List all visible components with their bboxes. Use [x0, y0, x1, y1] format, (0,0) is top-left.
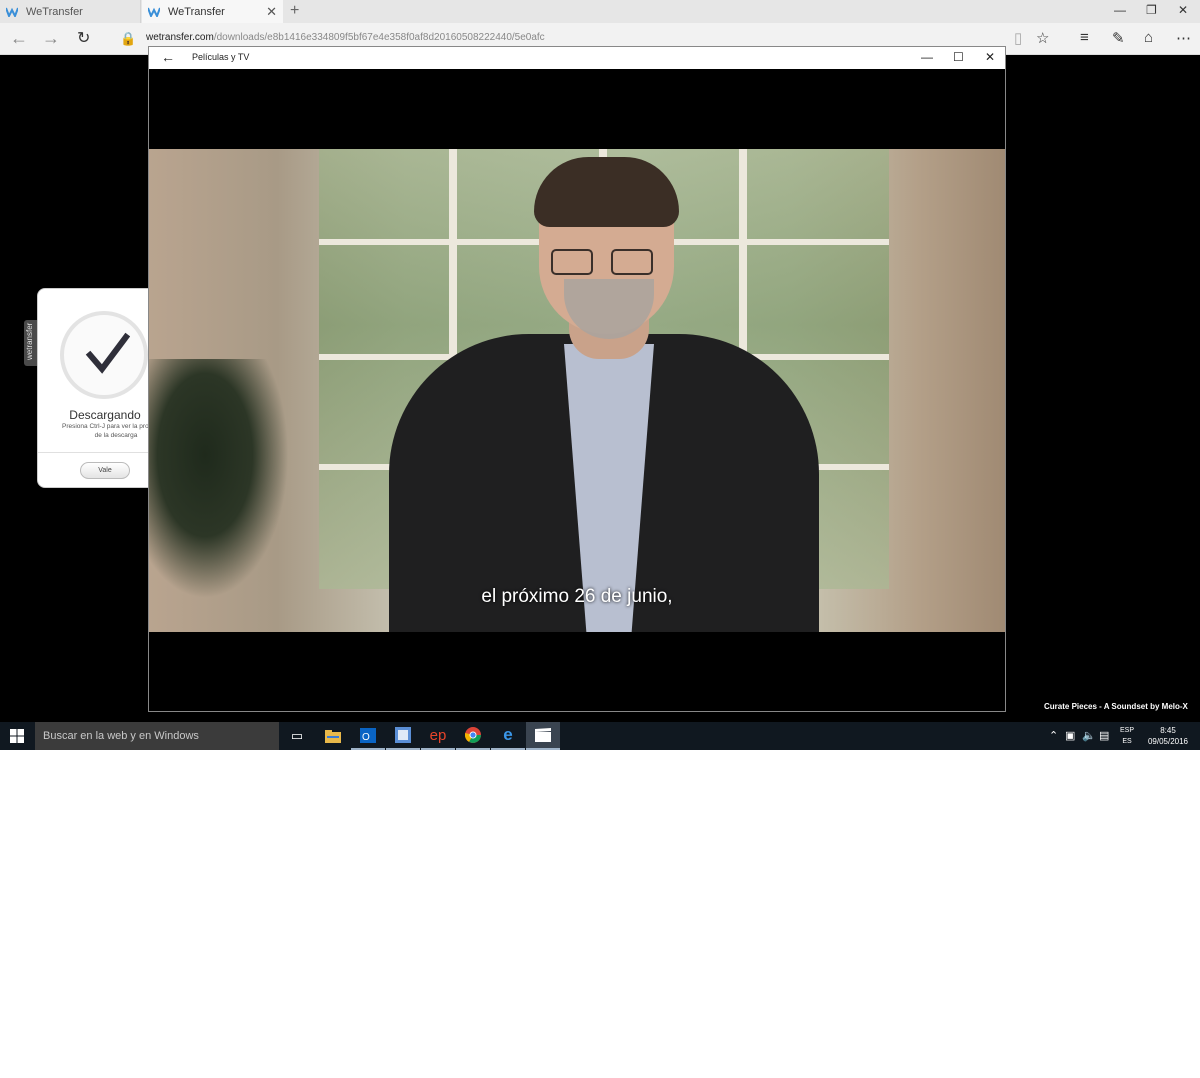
- hub-icon[interactable]: ≡: [1080, 29, 1089, 46]
- wetransfer-side-tab[interactable]: wetransfer: [24, 320, 38, 366]
- glasses-lens: [551, 249, 593, 275]
- download-complete-circle: [60, 311, 148, 399]
- edge-icon[interactable]: e: [491, 722, 525, 750]
- url-path: /downloads/e8b1416e334809f5bf67e4e358f0a…: [213, 32, 545, 43]
- chrome-icon[interactable]: [456, 722, 490, 750]
- tab-label: WeTransfer: [26, 5, 83, 18]
- tab-label: WeTransfer: [168, 5, 225, 18]
- movies-tv-window: ← Películas y TV — ☐ ✕ el próximo 26 de …: [148, 46, 1006, 712]
- show-hidden-icons-icon[interactable]: ⌃: [1049, 729, 1058, 742]
- close-tab-icon[interactable]: ✕: [266, 4, 277, 20]
- url-host: wetransfer.com: [146, 32, 214, 43]
- language-indicator[interactable]: ESP ES: [1120, 725, 1134, 747]
- new-tab-button[interactable]: +: [290, 2, 299, 20]
- video-frame[interactable]: el próximo 26 de junio,: [149, 149, 1005, 632]
- clock-date: 09/05/2016: [1147, 737, 1189, 746]
- network-icon[interactable]: ▣: [1065, 729, 1075, 742]
- window-title: Películas y TV: [192, 52, 250, 62]
- back-arrow-icon[interactable]: ←: [161, 49, 175, 65]
- favorite-star-icon[interactable]: ☆: [1036, 29, 1049, 47]
- taskbar-search-input[interactable]: Buscar en la web y en Windows: [35, 722, 279, 750]
- e-app-icon[interactable]: [386, 722, 420, 750]
- wetransfer-download-panel: Descargando Presiona Ctrl-J para ver la …: [37, 288, 170, 488]
- divider: [38, 452, 150, 453]
- person-hair: [534, 157, 679, 227]
- task-view-icon[interactable]: ▭: [280, 722, 314, 750]
- desktop-screen: WeTransfer WeTransfer ✕ + — ❐ ✕ ← → ↻ 🔒 …: [0, 0, 1200, 750]
- wetransfer-side-tab-label: wetransfer: [25, 322, 34, 360]
- taskbar-clock[interactable]: 8:45 09/05/2016: [1146, 725, 1190, 747]
- video-subtitle: el próximo 26 de junio,: [481, 586, 673, 607]
- outlook-icon[interactable]: O: [351, 722, 385, 750]
- maximize-icon[interactable]: ☐: [953, 50, 964, 64]
- plant: [149, 359, 289, 599]
- tab-wetransfer-1[interactable]: WeTransfer: [0, 0, 141, 23]
- tab-wetransfer-2[interactable]: WeTransfer ✕: [142, 0, 283, 23]
- web-note-icon[interactable]: ✎: [1112, 29, 1125, 47]
- glasses-lens: [611, 249, 653, 275]
- forward-icon[interactable]: →: [42, 28, 60, 49]
- action-center-icon[interactable]: ▤: [1099, 729, 1109, 742]
- checkmark-icon: [85, 332, 130, 374]
- vale-button[interactable]: Vale: [80, 462, 130, 479]
- taskbar: Buscar en la web y en Windows ▭ O ep e ⌃…: [0, 722, 1200, 750]
- minimize-icon[interactable]: —: [1114, 3, 1126, 17]
- share-icon[interactable]: ⌂: [1144, 29, 1153, 46]
- keyboard-layout-code: ES: [1122, 738, 1132, 745]
- windows-start-icon[interactable]: [10, 729, 24, 743]
- browser-tab-bar: WeTransfer WeTransfer ✕ + — ❐ ✕: [0, 0, 1200, 23]
- ep-app-icon[interactable]: ep: [421, 722, 455, 750]
- language-code: ESP: [1120, 727, 1135, 734]
- reading-view-icon[interactable]: ▯: [1014, 29, 1022, 47]
- more-icon[interactable]: ⋯: [1176, 29, 1191, 47]
- lock-icon: 🔒: [120, 31, 137, 46]
- clock-time: 8:45: [1160, 726, 1176, 735]
- close-icon[interactable]: ✕: [985, 50, 995, 64]
- wallpaper-credit: Curate Pieces - A Soundset by Melo-X: [1044, 702, 1188, 711]
- movies-tv-icon[interactable]: [526, 722, 560, 750]
- wetransfer-logo-icon: [148, 7, 160, 17]
- close-icon[interactable]: ✕: [1178, 3, 1188, 17]
- svg-text:O: O: [362, 732, 370, 743]
- back-icon[interactable]: ←: [10, 28, 28, 49]
- refresh-icon[interactable]: ↻: [77, 28, 90, 48]
- minimize-icon[interactable]: —: [921, 50, 933, 64]
- url-field[interactable]: wetransfer.com/downloads/e8b1416e334809f…: [146, 32, 545, 43]
- movies-titlebar: ← Películas y TV — ☐ ✕: [149, 47, 1005, 69]
- file-explorer-icon[interactable]: [316, 722, 350, 750]
- wetransfer-logo-icon: [6, 7, 18, 17]
- restore-icon[interactable]: ❐: [1146, 3, 1157, 17]
- volume-muted-icon[interactable]: 🔈: [1082, 729, 1096, 742]
